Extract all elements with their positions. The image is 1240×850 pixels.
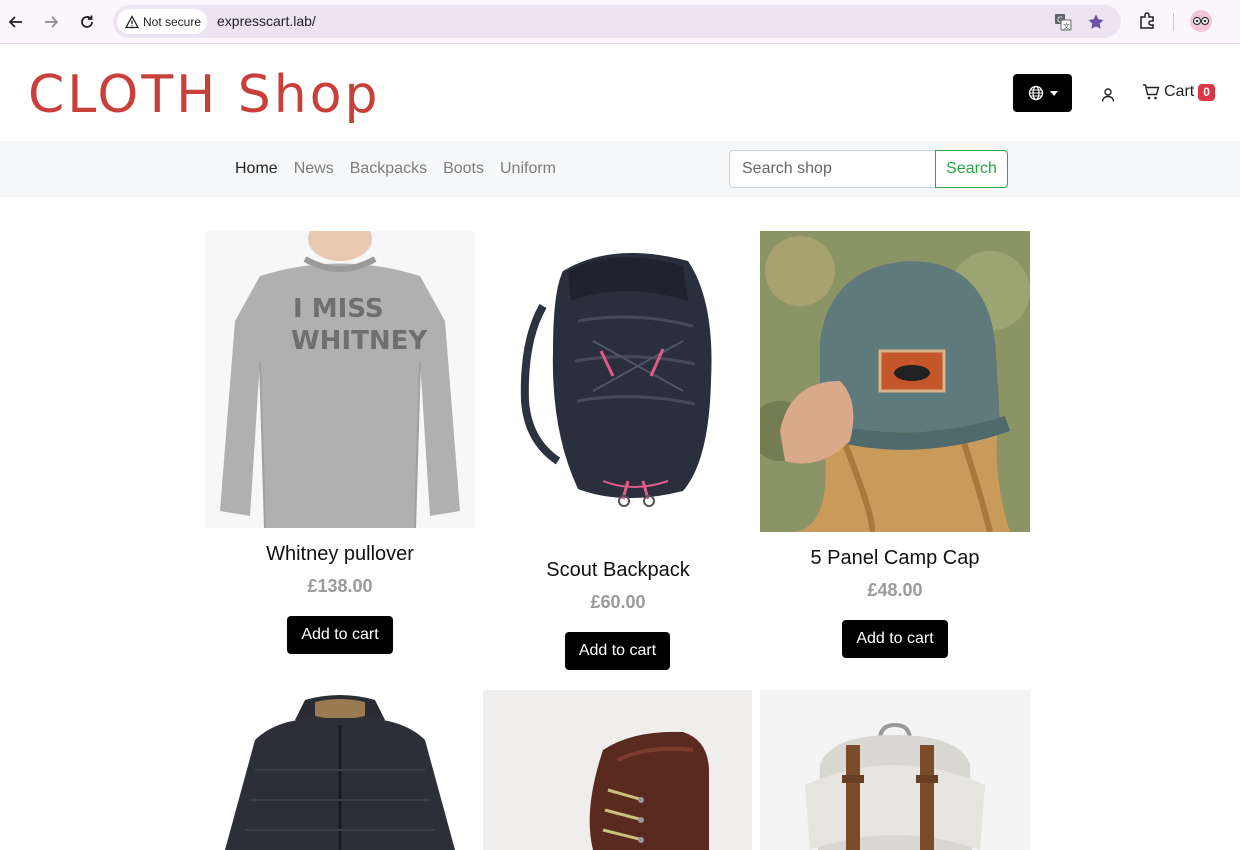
product-title[interactable]: Scout Backpack <box>483 559 753 582</box>
product-image-canvas-backpack[interactable] <box>760 690 1030 850</box>
profile-avatar-icon[interactable] <box>1190 10 1212 32</box>
site-header: CLOTH Shop Cart 0 <box>0 45 1240 141</box>
user-account-icon[interactable] <box>1098 85 1118 105</box>
svg-text:文: 文 <box>1063 22 1070 31</box>
cart-link[interactable]: Cart 0 <box>1142 83 1215 101</box>
forward-icon[interactable] <box>39 10 63 34</box>
add-to-cart-button[interactable]: Add to cart <box>842 620 948 658</box>
pullover-print-line-2: WHITNEY <box>291 326 428 356</box>
nav-link-backpacks[interactable]: Backpacks <box>350 160 427 178</box>
caret-down-icon <box>1049 90 1058 96</box>
globe-icon <box>1028 85 1043 101</box>
add-to-cart-button[interactable]: Add to cart <box>287 616 393 654</box>
bookmark-star-icon[interactable] <box>1086 12 1106 32</box>
product-image-boot[interactable] <box>483 690 752 850</box>
cart-label: Cart <box>1164 83 1195 100</box>
nav-link-uniform[interactable]: Uniform <box>500 160 556 178</box>
product-price: £60.00 <box>590 592 646 612</box>
toolbar-divider <box>1173 13 1174 31</box>
product-image-whitney-pullover[interactable]: I MISS WHITNEY <box>205 231 475 528</box>
product-image-jacket[interactable] <box>205 690 475 850</box>
cart-icon <box>1143 84 1160 100</box>
main-navbar: Home News Backpacks Boots Uniform Search <box>0 141 1240 197</box>
reload-icon[interactable] <box>75 10 99 34</box>
add-to-cart-button[interactable]: Add to cart <box>565 632 670 670</box>
nav-link-boots[interactable]: Boots <box>443 160 484 178</box>
search-input[interactable] <box>729 150 936 188</box>
product-image-scout-backpack[interactable] <box>483 231 753 543</box>
security-label: Not secure <box>143 14 202 29</box>
pullover-print-line-1: I MISS <box>293 294 384 324</box>
language-dropdown-button[interactable] <box>1013 74 1072 112</box>
cart-count-badge: 0 <box>1198 83 1215 101</box>
nav-link-home[interactable]: Home <box>235 160 278 178</box>
translate-icon[interactable]: G文 <box>1053 12 1073 32</box>
nav-link-news[interactable]: News <box>294 160 334 178</box>
url-text[interactable]: expresscart.lab/ <box>217 13 316 29</box>
address-bar[interactable]: Not secure expresscart.lab/ G文 <box>113 5 1121 38</box>
product-image-5-panel-camp-cap[interactable] <box>760 231 1030 532</box>
extensions-icon[interactable] <box>1136 10 1158 32</box>
product-title[interactable]: 5 Panel Camp Cap <box>760 547 1030 570</box>
browser-toolbar: Not secure expresscart.lab/ G文 <box>0 0 1240 44</box>
product-title[interactable]: Whitney pullover <box>205 543 475 566</box>
back-icon[interactable] <box>4 10 28 34</box>
product-price: £48.00 <box>867 580 923 600</box>
product-price: £138.00 <box>307 576 373 596</box>
nav-links: Home News Backpacks Boots Uniform <box>235 160 556 178</box>
shop-logo[interactable]: CLOTH Shop <box>28 65 381 125</box>
search-button[interactable]: Search <box>935 150 1008 188</box>
warning-icon <box>125 14 139 28</box>
security-chip[interactable]: Not secure <box>117 9 207 34</box>
